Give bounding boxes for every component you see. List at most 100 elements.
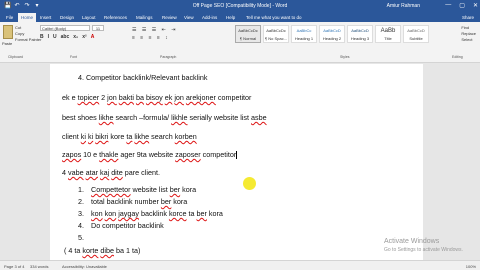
doc-line-heading[interactable]: 4. Competitor backlink/Relevant backlink	[78, 73, 207, 82]
doc-line[interactable]: ek e topicer 2 jon bakti ba bisoy ek jon…	[62, 93, 251, 102]
accessibility-status[interactable]: Accessibility: Unavailable	[62, 264, 107, 269]
misspelled-word[interactable]: kon	[91, 209, 103, 218]
doc-line[interactable]: client ki ki bikri kore ta likhe search …	[62, 132, 197, 141]
italic-button[interactable]: I	[48, 34, 49, 40]
document-page[interactable]: 4. Competitor backlink/Relevant backlink…	[50, 64, 423, 260]
style-heading-3[interactable]: AaBbCcD Heading 3	[347, 25, 373, 43]
misspelled-word[interactable]: dite	[111, 168, 123, 177]
misspelled-word[interactable]: ba	[136, 93, 144, 102]
style-no-spacing[interactable]: AaBbCcDc ¶ No Spac...	[263, 25, 289, 43]
tell-me-search[interactable]: Tell me what you want to do	[246, 15, 302, 20]
misspelled-word[interactable]: ber	[170, 185, 180, 194]
tab-layout[interactable]: Layout	[82, 15, 96, 20]
misspelled-word[interactable]: ber	[161, 197, 171, 206]
misspelled-word[interactable]: jon	[174, 93, 184, 102]
list-item[interactable]: 1. Compettetor website list ber kora	[78, 185, 196, 194]
font-size-select[interactable]: 11	[92, 25, 104, 31]
text-run: Do competitor backlink	[91, 221, 164, 230]
tab-view[interactable]: View	[184, 15, 194, 20]
superscript-button[interactable]: x²	[82, 34, 86, 40]
style-name: Heading 1	[294, 36, 314, 41]
font-name-select[interactable]: Calibri (Body)	[40, 25, 90, 31]
list-item[interactable]: 5.	[78, 233, 91, 242]
bold-button[interactable]: B	[40, 34, 44, 40]
page-count[interactable]: Page 3 of 4	[4, 264, 24, 269]
minimize-button[interactable]: —	[445, 2, 451, 9]
misspelled-word[interactable]: asbe	[251, 113, 267, 122]
maximize-button[interactable]: ▢	[459, 2, 465, 9]
misspelled-word[interactable]: bikri	[95, 132, 108, 141]
tab-insert[interactable]: Insert	[40, 15, 51, 20]
strikethrough-button[interactable]: abc	[61, 34, 70, 40]
text-run: ba 1 ta)	[113, 246, 141, 255]
style-normal[interactable]: AaBbCcDc ¶ Normal	[235, 25, 261, 43]
misspelled-word[interactable]: zaposer	[175, 150, 201, 159]
tab-addins[interactable]: Add-ins	[202, 15, 217, 20]
misspelled-word[interactable]: likhe	[99, 113, 114, 122]
misspelled-word[interactable]: ber	[197, 209, 207, 218]
doc-line[interactable]: ( 4 ta korte dibe ba 1 ta)	[64, 246, 140, 255]
text-run: kore	[108, 132, 127, 141]
zoom-level[interactable]: 100%	[466, 264, 476, 269]
word-count[interactable]: 334 words	[30, 264, 48, 269]
doc-line[interactable]: best shoes likhe search –formula/ likhle…	[62, 113, 267, 122]
share-button[interactable]: Share	[462, 15, 474, 20]
format-painter-button[interactable]: Format Painter	[15, 37, 41, 43]
list-number: 4.	[78, 221, 84, 230]
misspelled-word[interactable]: likhle	[171, 113, 187, 122]
tab-mailings[interactable]: Mailings	[136, 15, 153, 20]
status-bar: Page 3 of 4 334 words Accessibility: Una…	[0, 260, 480, 270]
select-button[interactable]: Select	[461, 37, 476, 43]
user-name[interactable]: Amiur Rahman	[387, 3, 420, 9]
misspelled-word[interactable]: zapos	[62, 150, 81, 159]
misspelled-word[interactable]: kaj	[100, 168, 109, 177]
tab-references[interactable]: References	[104, 15, 127, 20]
misspelled-word[interactable]: korce	[169, 209, 187, 218]
document-area[interactable]: 4. Competitor backlink/Relevant backlink…	[0, 64, 480, 260]
font-color-button[interactable]: A	[91, 34, 95, 40]
paragraph-row-1[interactable]: ☰ ☰ ☰ ⇤ ⇥	[132, 26, 177, 34]
misspelled-word[interactable]: atar	[86, 168, 98, 177]
tab-review[interactable]: Review	[162, 15, 177, 20]
misspelled-word[interactable]: korben	[175, 132, 197, 141]
list-item[interactable]: 2. total backlink number ber kora	[78, 197, 187, 206]
tab-file[interactable]: File	[6, 15, 13, 20]
misspelled-word[interactable]: Compettetor	[91, 185, 131, 194]
tab-design[interactable]: Design	[60, 15, 74, 20]
tab-home[interactable]: Home	[18, 13, 37, 22]
ribbon: Paste Cut Copy Format Painter Calibri (B…	[0, 22, 480, 63]
misspelled-word[interactable]: kon	[105, 209, 117, 218]
style-name: ¶ No Spac...	[265, 36, 287, 41]
paste-button[interactable]: Paste	[2, 41, 12, 46]
paragraph-row-2[interactable]: ≡ ≡ ≡ ≡ ↕	[132, 34, 177, 42]
doc-line[interactable]: zapos 10 e thakle ager 9ta website zapos…	[62, 150, 237, 160]
misspelled-word[interactable]: dibe	[100, 246, 114, 255]
misspelled-word[interactable]: jon	[107, 93, 117, 102]
misspelled-word[interactable]: korte	[82, 246, 98, 255]
misspelled-word[interactable]: likhe	[134, 132, 149, 141]
misspelled-word[interactable]: arekjoner	[186, 93, 216, 102]
underline-button[interactable]: U	[53, 34, 57, 40]
misspelled-word[interactable]: thakle	[99, 150, 118, 159]
misspelled-word[interactable]: vabe	[68, 168, 84, 177]
misspelled-word[interactable]: jaygay	[118, 209, 139, 218]
doc-line[interactable]: 4 vabe atar kaj dite pare client.	[62, 168, 160, 177]
text-run: client	[62, 132, 81, 141]
list-item[interactable]: 4. Do competitor backlink	[78, 221, 164, 230]
text-run: 2	[99, 93, 108, 102]
subscript-button[interactable]: x₂	[73, 34, 78, 40]
style-title[interactable]: AaBb Title	[375, 25, 401, 43]
paste-icon[interactable]	[3, 25, 13, 39]
tab-help[interactable]: Help	[226, 15, 235, 20]
close-button[interactable]: ✕	[473, 2, 478, 9]
misspelled-word[interactable]: topicer	[78, 93, 100, 102]
misspelled-word[interactable]: bisoy	[146, 93, 163, 102]
style-subtitle[interactable]: AaBbCcD Subtitle	[403, 25, 429, 43]
styles-gallery: AaBbCcDc ¶ Normal AaBbCcDc ¶ No Spac... Aa…	[235, 25, 429, 43]
style-heading-2[interactable]: AaBbCcD Heading 2	[319, 25, 345, 43]
misspelled-word[interactable]: bakti	[119, 93, 134, 102]
list-item[interactable]: 3. kon kon jaygay backlink korce ta ber k…	[78, 209, 223, 218]
style-sample: AaBbCcDc	[238, 28, 258, 33]
text-run: competitor	[200, 150, 237, 159]
style-heading-1[interactable]: AaBbCc Heading 1	[291, 25, 317, 43]
